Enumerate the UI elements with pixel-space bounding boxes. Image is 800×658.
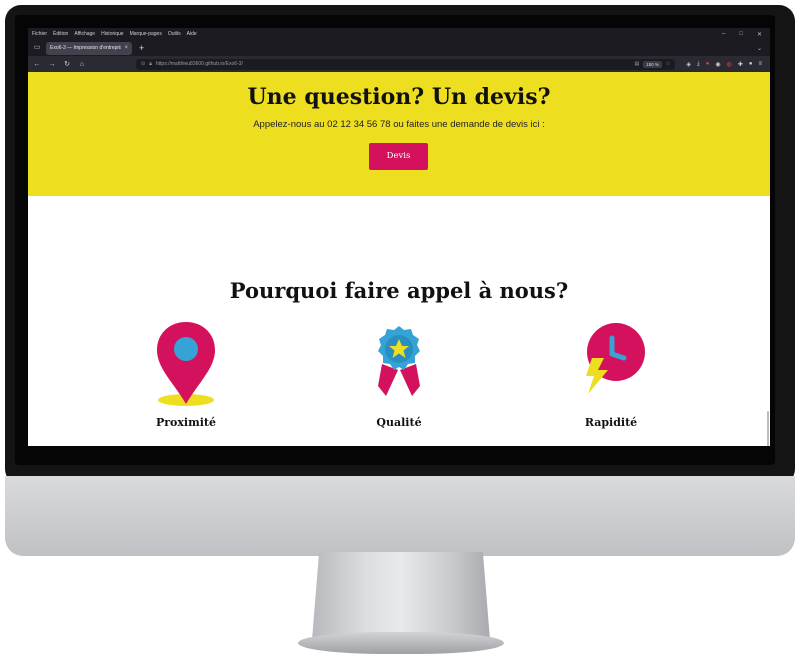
minimize-icon[interactable]: – (722, 31, 725, 38)
browser-menu-bar: Fichier Édition Affichage Historique Mar… (28, 28, 770, 40)
quote-subtitle: Appelez-nous au 02 12 34 56 78 ou faites… (253, 119, 545, 130)
toolbar-icons: ◈ ⤓ ● ◉ ◍ ✚ ● ≡ (686, 61, 766, 68)
extensions-puzzle-icon[interactable]: ✚ (738, 61, 743, 68)
menu-help[interactable]: Aide (187, 31, 197, 37)
menu-bookmarks[interactable]: Marque-pages (130, 31, 162, 37)
zoom-level[interactable]: 150 % (643, 60, 662, 68)
navigation-bar: ← → ↻ ⌂ ⊙ 🔒︎ https://matthieu83600.githu… (28, 56, 770, 72)
award-ribbon-icon (378, 326, 420, 396)
why-us-section: Pourquoi faire appel à nous? Proximité Q… (28, 196, 770, 446)
pocket-icon[interactable]: ◈ (686, 61, 691, 68)
tab-close-icon[interactable]: × (124, 45, 128, 51)
home-icon[interactable]: ⌂ (77, 61, 87, 68)
feature-label: Rapidité (584, 416, 638, 429)
menu-view[interactable]: Affichage (74, 31, 95, 37)
quote-section: Une question? Un devis? Appelez-nous au … (28, 72, 770, 196)
window-controls: – □ ✕ (722, 31, 770, 38)
extension-2-icon[interactable]: ◉ (715, 61, 720, 68)
lock-icon[interactable]: 🔒︎ (149, 61, 152, 67)
url-text: https://matthieu83600.github.io/Exo6-3/ (155, 61, 243, 67)
new-tab-icon[interactable]: + (136, 43, 144, 53)
forward-icon[interactable]: → (47, 61, 57, 68)
downloads-icon[interactable]: ⤓ (697, 61, 700, 68)
page-scrollbar[interactable] (767, 411, 769, 446)
monitor-chin (5, 476, 795, 556)
feature-speed: Rapidité (541, 320, 681, 429)
extension-3-icon[interactable]: ◍ (727, 61, 732, 68)
tab-list-icon[interactable]: ▭ (32, 43, 42, 53)
menu-file[interactable]: Fichier (32, 31, 47, 37)
extension-icon[interactable]: ● (706, 61, 710, 68)
location-pin-icon (157, 322, 215, 406)
reload-icon[interactable]: ↻ (62, 60, 72, 68)
feature-label: Qualité (376, 416, 422, 429)
reader-view-icon[interactable]: ▤ (634, 61, 639, 67)
tab-title: Exo6-3 — Impression d'entreprise (50, 45, 122, 51)
site-info-icon[interactable]: ⊙ (141, 61, 145, 67)
feature-label: Proximité (155, 416, 217, 429)
tab-overflow-icon[interactable]: ⌄ (757, 45, 770, 52)
menu-tools[interactable]: Outils (168, 31, 181, 37)
feature-proximity: Proximité (116, 320, 256, 429)
monitor-stand (312, 552, 490, 640)
back-icon[interactable]: ← (32, 61, 42, 68)
close-window-icon[interactable]: ✕ (757, 31, 762, 38)
monitor-stand-base (298, 632, 504, 654)
address-bar[interactable]: ⊙ 🔒︎ https://matthieu83600.github.io/Exo… (136, 58, 676, 70)
feature-quality: Qualité (329, 320, 469, 429)
browser-tab[interactable]: Exo6-3 — Impression d'entreprise × (46, 41, 132, 55)
maximize-icon[interactable]: □ (739, 31, 743, 38)
fast-clock-icon (586, 323, 645, 394)
account-icon[interactable]: ● (749, 61, 753, 68)
quote-title: Une question? Un devis? (247, 84, 551, 110)
app-menu-icon[interactable]: ≡ (758, 61, 762, 68)
bookmark-star-icon[interactable]: ☆ (666, 61, 670, 67)
tab-bar: ▭ Exo6-3 — Impression d'entreprise × + ⌄ (28, 40, 770, 56)
web-page: Une question? Un devis? Appelez-nous au … (28, 72, 770, 446)
screen: Fichier Édition Affichage Historique Mar… (28, 28, 770, 446)
menu-history[interactable]: Historique (101, 31, 124, 37)
why-us-title: Pourquoi faire appel à nous? (229, 278, 569, 303)
quote-button[interactable]: Devis (369, 143, 428, 170)
menu-edit[interactable]: Édition (53, 31, 68, 37)
